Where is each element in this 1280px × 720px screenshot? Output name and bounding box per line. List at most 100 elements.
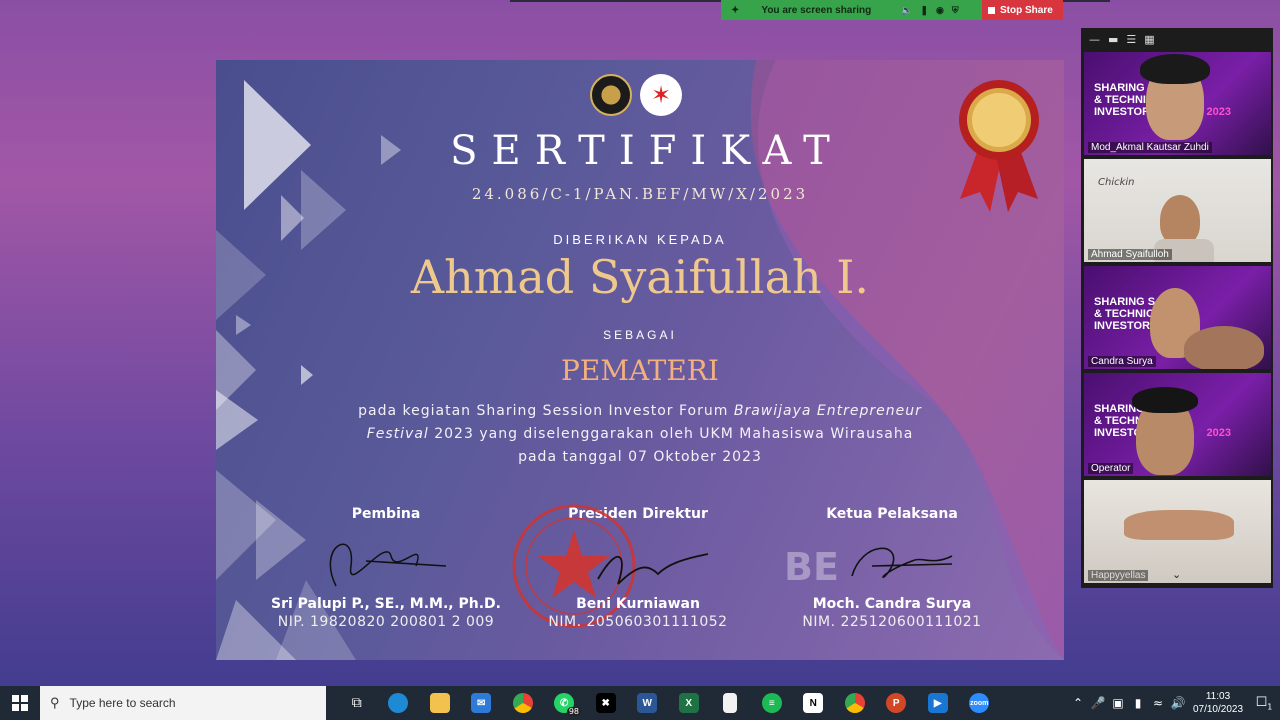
whatsapp-badge: 98 <box>566 707 581 716</box>
signatory-ketua: Ketua Pelaksana BE Moch. Candra Surya NI… <box>762 506 1022 630</box>
task-view-icon: ⧉ <box>351 695 362 711</box>
taskbar-search[interactable]: ⚲ Type here to search <box>40 686 326 720</box>
tile-year: 2023 <box>1206 427 1231 439</box>
pause-icon[interactable]: ❚ <box>920 5 928 16</box>
clock[interactable]: 11:03 07/10/2023 <box>1188 690 1248 716</box>
certificate-description: pada kegiatan Sharing Session Investor F… <box>326 400 954 469</box>
panel-toolbar: — ▬ ☰ ▦ <box>1081 28 1273 50</box>
spotify-button[interactable]: ≡ <box>751 686 793 720</box>
desc-text-2a: Festival <box>366 426 429 442</box>
participant-name: Mod_Akmal Kautsar Zuhdi <box>1088 142 1212 153</box>
chrome-icon <box>844 693 865 713</box>
spotify-icon: ≡ <box>761 693 782 713</box>
participant-tile[interactable]: SHARING S & TECHNIC INVESTOR F 2023 Mod_Ak… <box>1084 52 1271 155</box>
given-to-label: DIBERIKAN KEPADA <box>553 232 727 247</box>
wifi-icon[interactable]: ≈ <box>1148 696 1168 710</box>
participant-tile[interactable]: SHARING S & TECHNIC INVESTOR F Candra Sury… <box>1084 266 1271 369</box>
signatory-id: NIP. 19820820 200801 2 009 <box>277 614 495 630</box>
stop-icon <box>988 6 995 14</box>
tile-wall-text: Chickin <box>1098 177 1135 188</box>
ukm-star-logo-icon: ✶ <box>640 74 682 116</box>
volume-icon[interactable]: 🔊 <box>1168 696 1188 710</box>
participant-name: Candra Surya <box>1088 356 1156 367</box>
audio-icon[interactable]: 🔈 <box>901 5 912 16</box>
grid-view-icon[interactable]: ▦ <box>1144 33 1154 46</box>
participant-name: Ahmad Syaifulloh <box>1088 249 1172 260</box>
word-icon: W <box>637 693 658 713</box>
desc-text-1b: Brawijaya Entrepreneur <box>733 403 922 419</box>
speaker-view-icon[interactable]: ☰ <box>1126 33 1136 46</box>
notification-count: 1 <box>1267 702 1273 712</box>
signature-icon: BE <box>784 545 953 589</box>
share-status-text: You are screen sharing <box>761 4 872 16</box>
signatory-id: NIM. 225120600111021 <box>802 614 982 630</box>
whatsapp-button[interactable]: ✆ 98 <box>544 686 586 720</box>
system-tray: ⌃ 🎤 ▣ ▮ ≈ 🔊 11:03 07/10/2023 ☐1 <box>1068 686 1280 720</box>
recipient-role: PEMATERI <box>561 354 719 387</box>
record-icon[interactable]: ◉ <box>936 5 944 16</box>
certificate-number: 24.086/C-1/PAN.BEF/MW/X/2023 <box>471 185 809 203</box>
participant-video <box>1160 195 1200 245</box>
edge-button[interactable] <box>378 686 420 720</box>
signatory-pembina: Pembina Sri Palupi P., SE., M.M., Ph.D. … <box>256 506 516 630</box>
notion-icon: N <box>803 693 824 713</box>
participant-hands <box>1184 326 1264 369</box>
folder-icon <box>429 693 450 713</box>
participant-hands <box>1124 510 1234 540</box>
mail-button[interactable]: ✉ <box>461 686 503 720</box>
capcut-button[interactable]: ✖ <box>585 686 627 720</box>
desc-text-1a: pada kegiatan Sharing Session Investor F… <box>358 403 734 419</box>
signature-icon <box>329 543 447 587</box>
zoom-icon: zoom <box>969 693 990 713</box>
pin-icon[interactable]: ✦ <box>731 5 739 16</box>
certificate-title: SERTIFIKAT <box>450 128 844 174</box>
participant-tile[interactable]: SHARING S & TECHNIC INVESTOR F 2023 Operat… <box>1084 373 1271 476</box>
notification-icon: ☐ <box>1255 694 1268 710</box>
chevron-up-icon[interactable]: ⌃ <box>1068 696 1088 710</box>
notion-button[interactable]: N <box>793 686 835 720</box>
stop-share-button[interactable]: Stop Share <box>982 0 1063 20</box>
tile-year: 2023 <box>1206 106 1231 118</box>
signatory-presiden: Presiden Direktur Beni Kurniawan NIM. 20… <box>508 504 768 630</box>
start-button[interactable] <box>0 686 40 720</box>
windows-icon <box>12 695 28 711</box>
camera-icon[interactable]: ▣ <box>1108 696 1128 710</box>
word-button[interactable]: W <box>627 686 669 720</box>
signatory-name: Beni Kurniawan <box>576 596 700 612</box>
as-label: SEBAGAI <box>603 328 677 342</box>
signatory-id: NIM. 205060301111052 <box>548 614 728 630</box>
excel-icon: X <box>678 693 699 713</box>
certificate: ✶ SERTIFIKAT 24.086/C-1/PAN.BEF/MW/X/202… <box>216 60 1064 660</box>
gallery-view-icon[interactable]: ▬ <box>1108 33 1118 46</box>
media-player-button[interactable]: ▶ <box>917 686 959 720</box>
shield-icon[interactable]: ⛨ <box>952 5 959 16</box>
participant-hair <box>1132 387 1198 413</box>
file-explorer-button[interactable] <box>419 686 461 720</box>
media-player-icon: ▶ <box>927 693 948 713</box>
chrome-icon <box>512 693 533 713</box>
search-placeholder: Type here to search <box>69 696 176 710</box>
capcut-icon: ✖ <box>595 693 616 713</box>
signatory-role: Pembina <box>351 506 421 522</box>
zoom-button[interactable]: zoom <box>959 686 1001 720</box>
participant-name: Happyyellas <box>1088 570 1149 581</box>
edge-icon <box>388 693 409 713</box>
battery-icon[interactable]: ▮ <box>1128 696 1148 710</box>
participant-tile[interactable]: Chickin Ahmad Syaifulloh <box>1084 159 1271 262</box>
task-view-button[interactable]: ⧉ <box>336 686 378 720</box>
file-icon <box>723 693 738 713</box>
university-logo-icon <box>590 74 632 116</box>
notification-button[interactable]: ☐1 <box>1248 695 1280 712</box>
chevron-down-icon[interactable]: ⌄ <box>1172 568 1181 581</box>
chrome-button[interactable] <box>502 686 544 720</box>
powerpoint-button[interactable]: P <box>876 686 918 720</box>
excel-button[interactable]: X <box>668 686 710 720</box>
chrome-profile-button[interactable] <box>834 686 876 720</box>
screen-share-bar: ✦ You are screen sharing 🔈 ❚ ◉ ⛨ Stop Sh… <box>721 0 1063 20</box>
signatory-name: Sri Palupi P., SE., M.M., Ph.D. <box>271 596 501 612</box>
file-button[interactable] <box>710 686 752 720</box>
participant-tile[interactable]: Happyyellas ⌄ <box>1084 480 1271 583</box>
signatory-role: Ketua Pelaksana <box>826 506 958 522</box>
microphone-icon[interactable]: 🎤 <box>1088 696 1108 710</box>
minimize-icon[interactable]: — <box>1089 33 1100 46</box>
